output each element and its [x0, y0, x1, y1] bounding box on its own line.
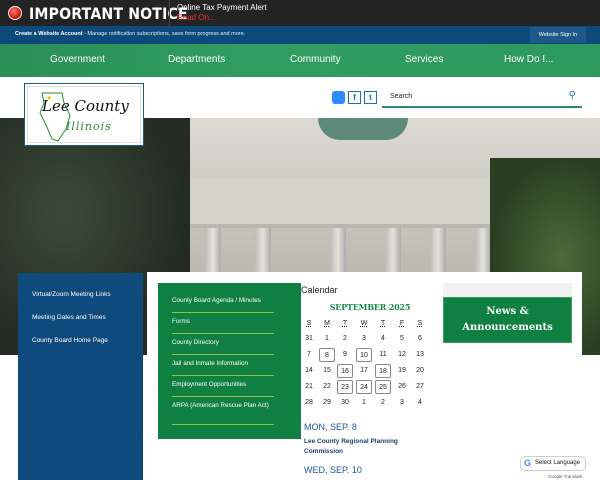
account-message: Create a Website Account - Manage notifi… [15, 31, 245, 37]
quick-link[interactable]: County Directory [172, 338, 274, 348]
calendar-day-event[interactable]: 10 [356, 348, 372, 362]
calendar-day[interactable]: 3 [394, 396, 410, 410]
left-link[interactable]: County Board Home Page [32, 337, 108, 344]
calendar-weekday: M [324, 320, 330, 327]
calendar-day[interactable]: 31 [301, 332, 317, 346]
left-link[interactable]: Virtual/Zoom Meeting Links [32, 291, 111, 298]
search-placeholder: Search [390, 93, 413, 100]
nav-government[interactable]: Government [50, 54, 105, 65]
read-on-link[interactable]: Read On... [177, 13, 216, 22]
calendar-weekday: W [360, 320, 368, 327]
event-date: WED, SEP. 10 [304, 465, 362, 475]
twitter-icon[interactable]: t [364, 91, 377, 104]
calendar-day-event[interactable]: 8 [319, 348, 335, 362]
news-tab [443, 283, 572, 297]
calendar-day[interactable]: 21 [301, 380, 317, 394]
notice-title: IMPORTANT NOTICE [29, 4, 188, 23]
divider [172, 396, 274, 397]
calendar-day[interactable]: 29 [319, 396, 335, 410]
main-nav: Government Departments Community Service… [0, 44, 600, 77]
lee-county-logo[interactable]: ★ Lee County Illinois [24, 83, 144, 146]
calendar-day[interactable]: 12 [394, 348, 410, 362]
calendar-day[interactable]: 1 [319, 332, 335, 346]
nav-departments[interactable]: Departments [168, 54, 225, 65]
google-translate-credit: Google Translate [548, 474, 583, 479]
account-bar: Create a Website Account - Manage notifi… [0, 26, 600, 44]
news-line2: Announcements [462, 322, 553, 333]
dome [318, 118, 408, 140]
google-icon: G [524, 458, 532, 468]
calendar-day[interactable]: 2 [337, 332, 353, 346]
calendar-day[interactable]: 2 [375, 396, 391, 410]
calendar-heading: Calendar [301, 285, 338, 295]
alert-title: Online Tax Payment Alert [177, 3, 267, 12]
calendar-day-event[interactable]: 16 [337, 364, 353, 378]
calendar-day[interactable]: 4 [412, 396, 428, 410]
quick-links: County Board Agenda / Minutes Forms Coun… [158, 283, 301, 439]
calendar-day-event[interactable]: 18 [375, 364, 391, 378]
nav-community[interactable]: Community [290, 54, 341, 65]
divider [172, 354, 274, 355]
calendar-day[interactable]: 26 [394, 380, 410, 394]
divider [172, 375, 274, 376]
search-icon[interactable]: ⚲ [569, 90, 576, 101]
calendar-day[interactable]: 6 [412, 332, 428, 346]
calendar-day[interactable]: 14 [301, 364, 317, 378]
divider [172, 312, 274, 313]
calendar-day[interactable]: 20 [412, 364, 428, 378]
logo-subtitle: Illinois [66, 120, 112, 133]
calendar-weekday: T [380, 320, 386, 327]
calendar-day[interactable]: 15 [319, 364, 335, 378]
calendar-day[interactable]: 13 [412, 348, 428, 362]
divider [172, 333, 274, 334]
quick-link[interactable]: Employment Opportunities [172, 380, 274, 390]
website-sign-in-button[interactable]: Website Sign In [530, 27, 586, 43]
calendar-day[interactable]: 30 [337, 396, 353, 410]
calendar-day[interactable]: 7 [301, 348, 317, 362]
calendar-weekday: T [342, 320, 348, 327]
calendar-day[interactable]: 22 [319, 380, 335, 394]
quick-link[interactable]: Forms [172, 317, 274, 327]
quick-link[interactable]: County Board Agenda / Minutes [172, 296, 274, 306]
calendar-day[interactable]: 3 [356, 332, 372, 346]
left-links-panel: Virtual/Zoom Meeting Links Meeting Dates… [18, 273, 143, 480]
calendar-weekday: S [306, 320, 312, 327]
important-notice-bar: IMPORTANT NOTICE Online Tax Payment Aler… [0, 0, 600, 26]
quick-link[interactable]: Jail and Inmate Information [172, 359, 274, 369]
calendar-day[interactable]: 4 [375, 332, 391, 346]
calendar-day-event[interactable]: 24 [356, 380, 372, 394]
calendar-day[interactable]: 11 [375, 348, 391, 362]
calendar-day[interactable]: 17 [356, 364, 372, 378]
create-account-link[interactable]: Create a Website Account [15, 31, 83, 37]
facebook-icon[interactable]: f [348, 91, 361, 104]
calendar-day[interactable]: 9 [337, 348, 353, 362]
calendar-day[interactable]: 28 [301, 396, 317, 410]
nav-how-do-i[interactable]: How Do I... [504, 54, 553, 65]
calendar-month: SEPTEMBER 2025 [329, 302, 411, 312]
calendar-weekday: S [417, 320, 423, 327]
calendar-day[interactable]: 19 [394, 364, 410, 378]
event-title-link[interactable]: Lee County Regional Planning Commission [304, 437, 424, 457]
event-date: MON, SEP. 8 [304, 422, 357, 432]
select-language-label: Select Language [535, 460, 581, 466]
calendar-day[interactable]: 27 [412, 380, 428, 394]
calendar-day[interactable]: 1 [356, 396, 372, 410]
news-line1: News & [486, 306, 529, 317]
news-announcements-button[interactable]: News & Announcements [443, 297, 572, 343]
divider [172, 424, 274, 425]
nav-services[interactable]: Services [405, 54, 443, 65]
divider [169, 0, 170, 26]
alert-icon [8, 6, 22, 20]
quick-link[interactable]: ARPA (American Rescue Plan Act) [172, 401, 274, 411]
calendar-day[interactable]: 5 [394, 332, 410, 346]
zoom-icon[interactable] [332, 91, 345, 104]
logo-title: Lee County [42, 97, 129, 115]
left-link[interactable]: Meeting Dates and Times [32, 314, 106, 321]
search-input[interactable]: Search ⚲ [382, 87, 582, 108]
calendar-day-event[interactable]: 23 [337, 380, 353, 394]
calendar-weekday: F [399, 320, 405, 327]
select-language-button[interactable]: G Select Language [520, 456, 586, 471]
calendar-day-event[interactable]: 25 [375, 380, 391, 394]
account-message-text: - Manage notification subscriptions, sav… [82, 31, 246, 37]
